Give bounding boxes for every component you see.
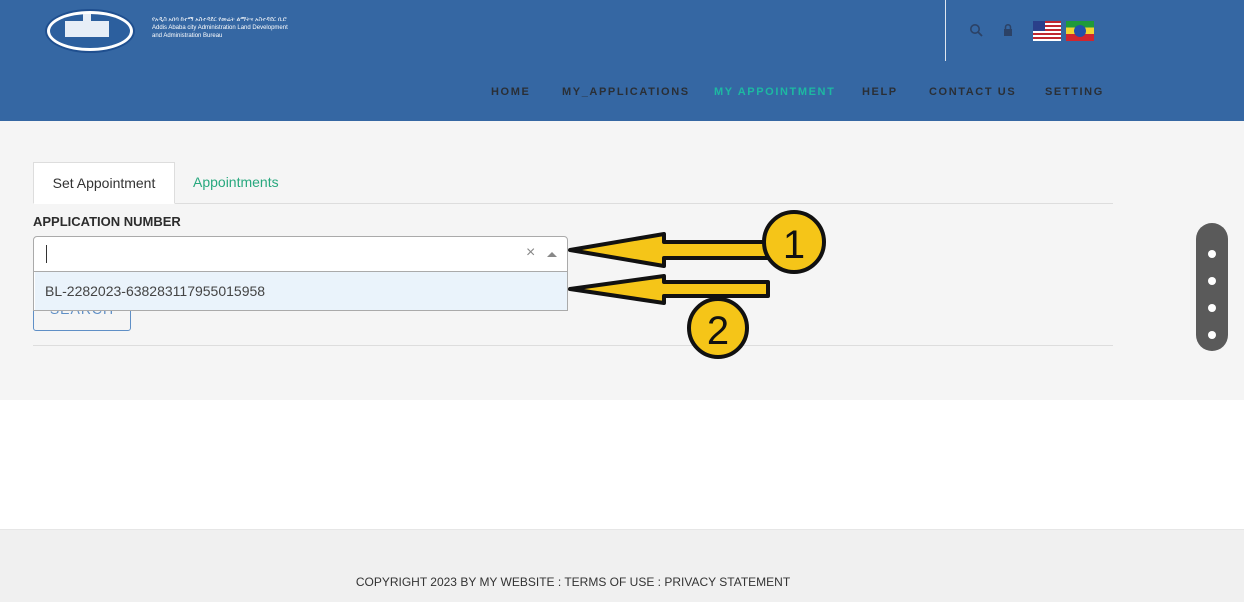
arrow-2-shape <box>568 274 770 305</box>
annotation-2-number: 2 <box>707 309 729 353</box>
footer-copyright: COPYRIGHT 2023 BY MY WEBSITE : TERMS OF … <box>355 575 791 589</box>
annotation-overlay: 1 2 <box>568 210 826 359</box>
annotation-1-number: 1 <box>783 223 805 267</box>
site-footer: COPYRIGHT 2023 BY MY WEBSITE : TERMS OF … <box>0 529 1244 602</box>
arrow-1-shape <box>568 232 772 268</box>
